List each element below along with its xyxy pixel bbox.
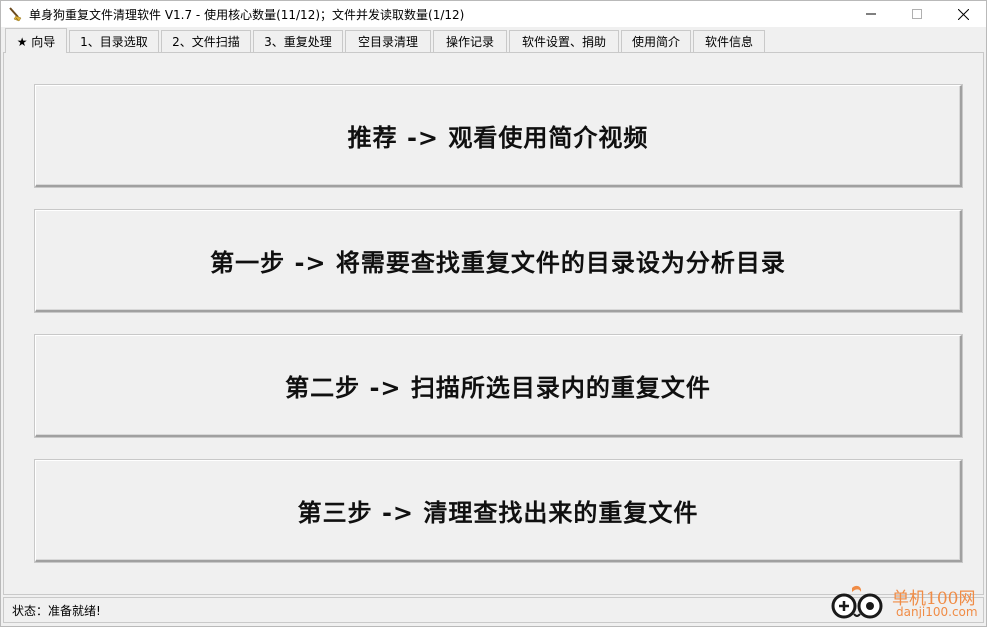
tab-label: 3、重复处理: [264, 35, 332, 49]
status-text: 状态：准备就绪!: [12, 603, 101, 618]
tab-empty-dir-cleanup[interactable]: 空目录清理: [345, 30, 431, 52]
minimize-icon: [866, 13, 876, 15]
tab-label: 2、文件扫描: [172, 35, 240, 49]
tab-file-scan[interactable]: 2、文件扫描: [161, 30, 251, 52]
tab-label: 软件设置、捐助: [521, 35, 606, 49]
maximize-icon: [912, 9, 922, 19]
tab-directory-select[interactable]: 1、目录选取: [69, 30, 159, 52]
step-two-scan-button[interactable]: 第二步 -> 扫描所选目录内的重复文件: [35, 335, 962, 437]
button-label: 推荐 -> 观看使用简介视频: [347, 124, 649, 152]
tab-software-info[interactable]: 软件信息: [693, 30, 765, 52]
button-label: 第三步 -> 清理查找出来的重复文件: [297, 499, 699, 527]
tab-label: ★ 向导: [16, 34, 56, 49]
maximize-button[interactable]: [894, 1, 940, 27]
broom-icon: [7, 6, 23, 22]
minimize-button[interactable]: [848, 1, 894, 27]
tab-label: 软件信息: [704, 35, 753, 49]
window-controls: [848, 1, 986, 27]
close-button[interactable]: [940, 1, 986, 27]
watch-intro-video-button[interactable]: 推荐 -> 观看使用简介视频: [35, 85, 962, 187]
tab-duplicate-process[interactable]: 3、重复处理: [253, 30, 343, 52]
tab-strip: ★ 向导 1、目录选取 2、文件扫描 3、重复处理 空目录清理 操作记录 软件设…: [3, 28, 984, 53]
tab-usage-intro[interactable]: 使用简介: [621, 30, 691, 52]
button-label: 第二步 -> 扫描所选目录内的重复文件: [285, 374, 711, 402]
watermark: 单机100网 danji100.com: [830, 584, 980, 624]
tab-label: 使用简介: [631, 35, 680, 49]
step-three-clean-button[interactable]: 第三步 -> 清理查找出来的重复文件: [35, 460, 962, 562]
button-label: 第一步 -> 将需要查找重复文件的目录设为分析目录: [210, 249, 786, 277]
app-window: 单身狗重复文件清理软件 V1.7 - 使用核心数量(11/12)；文件并发读取数…: [0, 0, 987, 627]
danji-logo-icon: [831, 585, 883, 619]
tab-settings-donate[interactable]: 软件设置、捐助: [509, 30, 619, 52]
step-one-set-directory-button[interactable]: 第一步 -> 将需要查找重复文件的目录设为分析目录: [35, 210, 962, 312]
window-title: 单身狗重复文件清理软件 V1.7 - 使用核心数量(11/12)；文件并发读取数…: [29, 7, 465, 22]
tab-wizard[interactable]: ★ 向导: [5, 28, 67, 53]
tab-label: 操作记录: [445, 35, 494, 49]
title-bar[interactable]: 单身狗重复文件清理软件 V1.7 - 使用核心数量(11/12)；文件并发读取数…: [1, 1, 986, 27]
tab-label: 1、目录选取: [80, 35, 148, 49]
tab-label: 空目录清理: [357, 35, 418, 49]
watermark-text-en: danji100.com: [896, 605, 978, 619]
tab-operation-log[interactable]: 操作记录: [433, 30, 507, 52]
close-icon: [957, 8, 969, 20]
